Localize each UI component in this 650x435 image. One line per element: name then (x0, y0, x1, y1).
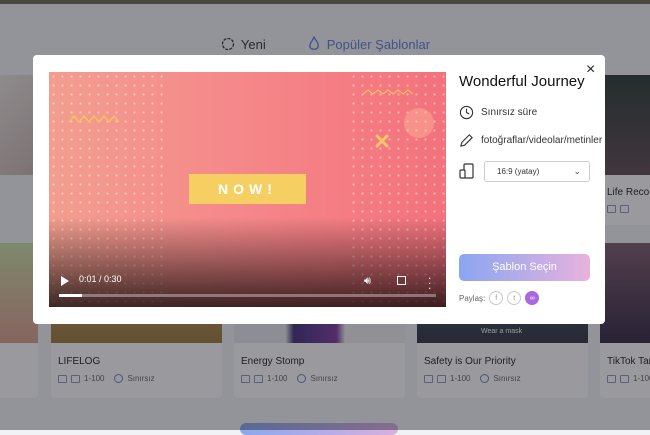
video-time: 0:01 / 0:30 (79, 274, 122, 284)
zigzag-decoration (69, 114, 120, 124)
facebook-icon[interactable]: f (489, 291, 504, 305)
clock-icon (459, 105, 474, 120)
template-title: Wonderful Journey (459, 73, 585, 90)
device-icon (459, 163, 474, 179)
play-icon[interactable] (61, 276, 69, 286)
media-row: fotoğraflar/videolar/metinler (459, 133, 602, 148)
select-template-button[interactable]: Şablon Seçin (459, 254, 590, 281)
fullscreen-icon[interactable] (397, 276, 406, 285)
cross-decoration (375, 134, 389, 148)
close-icon[interactable]: × (586, 61, 595, 79)
share-label: Paylaş: (459, 293, 486, 303)
video-progress-fill (59, 294, 82, 297)
link-icon[interactable]: ∞ (525, 291, 540, 305)
twitter-icon[interactable]: t (507, 291, 522, 305)
aspect-ratio-value: 16:9 (yatay) (497, 167, 540, 176)
media-text: fotoğraflar/videolar/metinler (481, 135, 603, 146)
circle-decoration (404, 108, 434, 138)
template-preview-modal: NOW! 0:01 / 0:30 🔊︎ ... Wonderful Journe… (33, 55, 605, 324)
more-options-icon[interactable]: ... (428, 269, 431, 291)
ratio-row (459, 163, 475, 179)
now-banner: NOW! (189, 174, 306, 204)
pencil-icon (460, 134, 473, 147)
chevron-down-icon: ⌄ (573, 166, 581, 176)
aspect-ratio-select[interactable]: 16:9 (yatay) ⌄ (484, 161, 590, 182)
video-player[interactable]: NOW! 0:01 / 0:30 🔊︎ ... (49, 72, 446, 307)
duration-text: Sınırsız süre (481, 107, 538, 118)
video-progress-bar[interactable] (59, 294, 436, 297)
video-controls: 0:01 / 0:30 🔊︎ ... (49, 265, 446, 307)
duration-row: Sınırsız süre (459, 105, 537, 120)
volume-icon[interactable]: 🔊︎ (364, 275, 371, 288)
zigzag-decoration (363, 89, 413, 95)
share-row: Paylaş: f t ∞ (459, 291, 540, 305)
